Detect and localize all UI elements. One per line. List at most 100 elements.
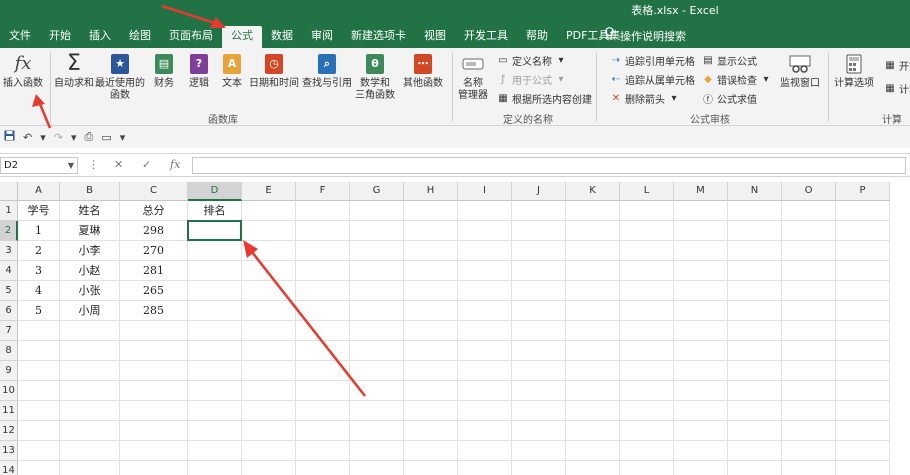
- cell-L2[interactable]: [620, 221, 674, 241]
- cell-D5[interactable]: [188, 281, 242, 301]
- insert-function-button[interactable]: fx 插入函数: [3, 52, 43, 90]
- cell-N12[interactable]: [728, 421, 782, 441]
- cell-F10[interactable]: [296, 381, 350, 401]
- cell-M12[interactable]: [674, 421, 728, 441]
- cell-J5[interactable]: [512, 281, 566, 301]
- cell-G13[interactable]: [350, 441, 404, 461]
- datetime-button[interactable]: ◷ 日期和时间: [249, 52, 299, 90]
- cell-A1[interactable]: 学号: [18, 201, 60, 221]
- fx-icon[interactable]: fx: [170, 158, 180, 171]
- cell-H2[interactable]: [404, 221, 458, 241]
- more-functions-button[interactable]: ⋯ 其他函数: [403, 52, 443, 90]
- cell-I9[interactable]: [458, 361, 512, 381]
- logical-button[interactable]: ? 逻辑: [187, 52, 211, 90]
- cell-J4[interactable]: [512, 261, 566, 281]
- row-header-13[interactable]: 13: [0, 441, 18, 461]
- cell-E13[interactable]: [242, 441, 296, 461]
- autosum-button[interactable]: Σ 自动求和: [54, 52, 94, 90]
- column-header-I[interactable]: I: [458, 182, 512, 201]
- column-header-K[interactable]: K: [566, 182, 620, 201]
- cell-O8[interactable]: [782, 341, 836, 361]
- cell-M10[interactable]: [674, 381, 728, 401]
- cell-E4[interactable]: [242, 261, 296, 281]
- cell-N3[interactable]: [728, 241, 782, 261]
- cell-N5[interactable]: [728, 281, 782, 301]
- tab-6[interactable]: 数据: [262, 26, 302, 48]
- cell-P7[interactable]: [836, 321, 890, 341]
- row-header-12[interactable]: 12: [0, 421, 18, 441]
- cell-G6[interactable]: [350, 301, 404, 321]
- cell-A6[interactable]: 5: [18, 301, 60, 321]
- cell-A2[interactable]: 1: [18, 221, 60, 241]
- more-options-icon[interactable]: ⋮: [88, 158, 99, 171]
- cell-M7[interactable]: [674, 321, 728, 341]
- cell-H10[interactable]: [404, 381, 458, 401]
- cell-H6[interactable]: [404, 301, 458, 321]
- cell-E14[interactable]: [242, 461, 296, 475]
- cell-F5[interactable]: [296, 281, 350, 301]
- cell-E8[interactable]: [242, 341, 296, 361]
- cell-E12[interactable]: [242, 421, 296, 441]
- formula-input[interactable]: [192, 157, 906, 174]
- cell-B5[interactable]: 小张: [60, 281, 120, 301]
- cell-I14[interactable]: [458, 461, 512, 475]
- cell-G1[interactable]: [350, 201, 404, 221]
- column-header-H[interactable]: H: [404, 182, 458, 201]
- tab-3[interactable]: 绘图: [120, 26, 160, 48]
- cell-H3[interactable]: [404, 241, 458, 261]
- cell-C3[interactable]: 270: [120, 241, 188, 261]
- cell-I13[interactable]: [458, 441, 512, 461]
- row-header-8[interactable]: 8: [0, 341, 18, 361]
- column-header-L[interactable]: L: [620, 182, 674, 201]
- name-box[interactable]: D2 ▼: [0, 157, 78, 174]
- cell-L11[interactable]: [620, 401, 674, 421]
- cell-C6[interactable]: 285: [120, 301, 188, 321]
- worksheet-grid[interactable]: A B C D E F G H I J K L M N O P 1 学号 姓名 总分 排名 2 1 夏琳 298 3 2 小李 270 4…: [0, 182, 910, 475]
- cell-L3[interactable]: [620, 241, 674, 261]
- cell-D14[interactable]: [188, 461, 242, 475]
- column-header-F[interactable]: F: [296, 182, 350, 201]
- cell-J9[interactable]: [512, 361, 566, 381]
- cell-N10[interactable]: [728, 381, 782, 401]
- cell-I10[interactable]: [458, 381, 512, 401]
- cell-N1[interactable]: [728, 201, 782, 221]
- row-header-14[interactable]: 14: [0, 461, 18, 475]
- cell-B9[interactable]: [60, 361, 120, 381]
- financial-button[interactable]: ▤ 财务: [152, 52, 176, 90]
- calc-options-button[interactable]: 计算选项: [834, 52, 874, 90]
- cell-E7[interactable]: [242, 321, 296, 341]
- cell-L6[interactable]: [620, 301, 674, 321]
- cell-J2[interactable]: [512, 221, 566, 241]
- cell-K10[interactable]: [566, 381, 620, 401]
- cell-K13[interactable]: [566, 441, 620, 461]
- cell-D13[interactable]: [188, 441, 242, 461]
- cell-O9[interactable]: [782, 361, 836, 381]
- row-header-2[interactable]: 2: [0, 221, 18, 241]
- cell-E2[interactable]: [242, 221, 296, 241]
- cell-F2[interactable]: [296, 221, 350, 241]
- row-header-7[interactable]: 7: [0, 321, 18, 341]
- tell-me-box[interactable]: 操作说明搜索: [604, 26, 686, 48]
- cell-A13[interactable]: [18, 441, 60, 461]
- cell-K2[interactable]: [566, 221, 620, 241]
- create-from-selection-button[interactable]: ▦ 根据所选内容创建: [497, 91, 592, 106]
- column-header-J[interactable]: J: [512, 182, 566, 201]
- cell-M6[interactable]: [674, 301, 728, 321]
- cell-I7[interactable]: [458, 321, 512, 341]
- cell-C11[interactable]: [120, 401, 188, 421]
- cell-I3[interactable]: [458, 241, 512, 261]
- cell-B4[interactable]: 小赵: [60, 261, 120, 281]
- cell-A10[interactable]: [18, 381, 60, 401]
- cell-G2[interactable]: [350, 221, 404, 241]
- cell-H14[interactable]: [404, 461, 458, 475]
- cell-N11[interactable]: [728, 401, 782, 421]
- cell-B1[interactable]: 姓名: [60, 201, 120, 221]
- cell-G8[interactable]: [350, 341, 404, 361]
- trace-precedents-button[interactable]: ⇢ 追踪引用单元格: [610, 53, 695, 68]
- cell-A9[interactable]: [18, 361, 60, 381]
- cell-C14[interactable]: [120, 461, 188, 475]
- use-in-formula-button[interactable]: ƒ 用于公式 ▾: [497, 72, 567, 87]
- cell-K9[interactable]: [566, 361, 620, 381]
- cell-K14[interactable]: [566, 461, 620, 475]
- cell-B13[interactable]: [60, 441, 120, 461]
